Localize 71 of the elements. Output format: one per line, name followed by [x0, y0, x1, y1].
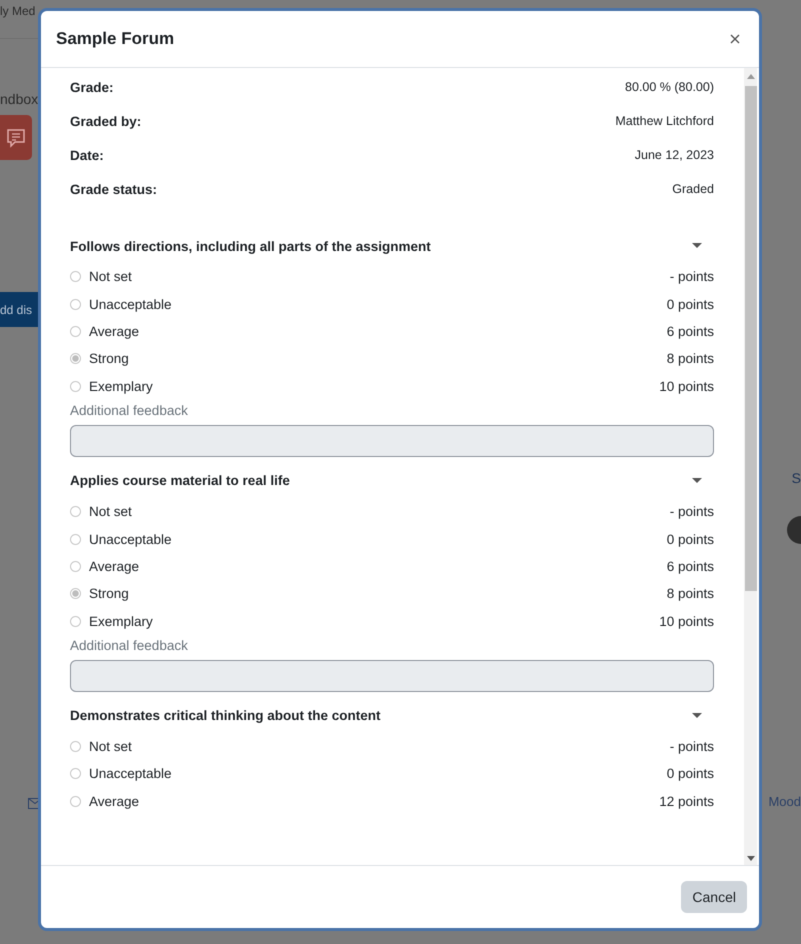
radio-button[interactable] — [70, 560, 81, 572]
points-value: 10 points — [659, 614, 714, 629]
scrollbar-thumb[interactable] — [744, 86, 756, 591]
forum-icon-button[interactable] — [0, 115, 32, 160]
level-label: Not set — [89, 269, 133, 284]
radio-button[interactable] — [70, 326, 81, 337]
feedback-field[interactable] — [70, 424, 714, 457]
radio-button[interactable] — [70, 796, 81, 807]
radio-button[interactable] — [70, 616, 81, 627]
criterion-title: Demonstrates critical thinking about the content — [70, 708, 381, 724]
add-discussion-button[interactable]: dd dis — [0, 292, 38, 327]
criterion-title: Applies course material to real life — [70, 473, 290, 488]
cancel-button[interactable]: Cancel — [681, 881, 747, 913]
radio-button[interactable] — [70, 741, 81, 752]
level-label: Not set — [89, 504, 133, 520]
criterion-title: Follows directions, including all parts of the assignment — [70, 238, 431, 254]
summary-label: Graded by: — [70, 114, 142, 131]
feedback-label: Additional feedback — [70, 402, 189, 418]
points-value: 0 points — [666, 766, 714, 782]
summary-label: Date: — [70, 148, 104, 165]
summary-label: Grade: — [70, 80, 114, 97]
radio-button[interactable] — [70, 534, 81, 545]
scroll-up-icon[interactable] — [746, 74, 754, 79]
dialog-title: Sample Forum — [56, 29, 174, 49]
close-icon[interactable] — [730, 34, 740, 44]
level-label: Unacceptable — [89, 766, 173, 782]
caret-icon[interactable] — [692, 712, 702, 719]
section-label: ndbox — [0, 91, 40, 107]
level-label: Unacceptable — [89, 296, 173, 312]
level-label: Not set — [89, 739, 133, 754]
points-value: 6 points — [666, 558, 714, 574]
points-value: - points — [670, 739, 714, 754]
footer-link[interactable]: Mood — [768, 794, 801, 809]
scrollbar[interactable] — [744, 68, 757, 865]
feedback-label: Additional feedback — [70, 638, 189, 653]
points-value: 8 points — [666, 586, 714, 602]
level-label: Unacceptable — [89, 532, 173, 547]
summary-label: Grade status: — [70, 182, 158, 199]
points-value: - points — [670, 269, 714, 284]
level-label: Average — [89, 558, 140, 574]
radio-button[interactable] — [70, 298, 81, 310]
summary-value: Matthew Litchford — [615, 114, 714, 130]
radio-button[interactable] — [70, 506, 81, 518]
radio-button[interactable] — [70, 380, 81, 392]
points-value: 8 points — [666, 351, 714, 366]
link-text[interactable]: S — [792, 470, 801, 486]
points-value: 12 points — [659, 794, 714, 809]
summary-value: June 12, 2023 — [634, 148, 714, 164]
scroll-down-icon[interactable] — [746, 856, 754, 861]
level-label: Average — [89, 324, 140, 339]
level-label: Exemplary — [89, 378, 154, 394]
caret-icon[interactable] — [692, 243, 702, 249]
caret-icon[interactable] — [692, 478, 702, 484]
menu-link[interactable]: ly Med — [0, 4, 36, 18]
level-label: Strong — [89, 586, 130, 602]
radio-button[interactable] — [70, 353, 81, 364]
points-value: 10 points — [659, 378, 714, 394]
points-value: 0 points — [666, 296, 714, 312]
feedback-field[interactable] — [70, 660, 714, 692]
points-value: 6 points — [666, 324, 714, 339]
chat-icon — [5, 126, 27, 148]
level-label: Average — [89, 794, 140, 809]
summary-value: 80.00 % (80.00) — [625, 80, 714, 96]
summary-value: Graded — [672, 182, 714, 198]
radio-button[interactable] — [70, 768, 81, 780]
radio-button[interactable] — [70, 588, 81, 600]
points-value: - points — [670, 504, 714, 520]
level-label: Exemplary — [89, 614, 154, 629]
points-value: 0 points — [666, 532, 714, 547]
level-label: Strong — [89, 351, 130, 366]
radio-button[interactable] — [70, 271, 81, 282]
